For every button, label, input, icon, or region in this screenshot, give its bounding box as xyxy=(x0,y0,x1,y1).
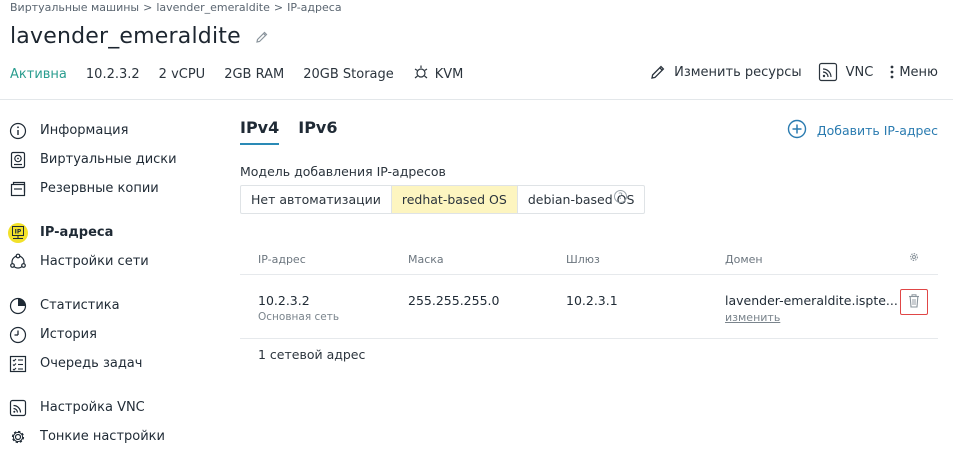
vm-storage: 20GB Storage xyxy=(303,66,394,82)
sidebar-item-label: Виртуальные диски xyxy=(40,152,177,167)
breadcrumb-separator: > xyxy=(273,1,284,14)
vnc-label: VNC xyxy=(845,64,874,80)
menu-label: Меню xyxy=(899,64,938,80)
vm-virtualization: KVM xyxy=(413,64,464,84)
sidebar-item-label: IP-адреса xyxy=(40,225,114,240)
active-indicator: IP xyxy=(8,222,28,243)
sidebar-item-label: Информация xyxy=(40,123,129,138)
ip-tabs: IPv4 IPv6 xyxy=(240,118,338,145)
page-title: lavender_emeraldite xyxy=(10,24,241,49)
ip-table: IP-адрес Маска Шлюз Домен 10.2.3.2 Основ… xyxy=(240,246,938,339)
column-header-gateway: Шлюз xyxy=(566,253,600,266)
sidebar-item-tasks[interactable]: Очередь задач xyxy=(8,349,208,378)
ip-icon: IP xyxy=(8,222,28,243)
ip-value: 10.2.3.2 xyxy=(258,293,310,308)
sidebar-item-label: Настройки сети xyxy=(40,254,149,269)
model-label: Модель добавления IP-адресов xyxy=(240,164,446,179)
sidebar-item-label: Резервные копии xyxy=(40,181,159,196)
breadcrumb-item-current: IP-адреса xyxy=(287,1,342,14)
sidebar-item-stats[interactable]: Статистика xyxy=(8,291,208,320)
segment-no-automation[interactable]: Нет автоматизации xyxy=(241,186,392,213)
kvm-icon xyxy=(413,64,429,84)
vm-ram: 2GB RAM xyxy=(224,66,285,82)
gear-icon xyxy=(8,427,28,447)
network-icon xyxy=(8,252,28,272)
edit-domain-link[interactable]: изменить xyxy=(725,311,898,324)
table-row[interactable]: 10.2.3.2 Основная сеть 255.255.255.0 10.… xyxy=(240,275,938,339)
edit-icon xyxy=(650,64,666,80)
domain-value: lavender-emeraldite.ispte... xyxy=(725,293,898,308)
plus-circle-icon xyxy=(787,119,807,142)
resize-label: Изменить ресурсы xyxy=(674,64,802,80)
status-badge: Активна xyxy=(10,66,67,82)
resize-button[interactable]: Изменить ресурсы xyxy=(650,64,802,80)
sidebar-item-label: Очередь задач xyxy=(40,356,143,371)
ip-network-label: Основная сеть xyxy=(258,311,340,323)
svg-text:IP: IP xyxy=(15,228,22,235)
vnc-icon xyxy=(818,62,838,82)
vm-info-row: Активна 10.2.3.2 2 vCPU 2GB RAM 20GB Sto… xyxy=(10,64,482,84)
add-ip-label: Добавить IP-адрес xyxy=(816,123,938,138)
vm-ip: 10.2.3.2 xyxy=(85,66,140,82)
breadcrumb-item-vm[interactable]: lavender_emeraldite xyxy=(156,1,270,14)
sidebar-item-vnc[interactable]: Настройка VNC xyxy=(8,393,208,422)
column-header-ip: IP-адрес xyxy=(258,253,306,266)
add-ip-button[interactable]: Добавить IP-адрес xyxy=(787,119,938,142)
sidebar-item-label: Тонкие настройки xyxy=(40,429,165,444)
column-header-mask: Маска xyxy=(408,253,444,266)
breadcrumb: Виртуальные машины > lavender_emeraldite… xyxy=(10,1,342,14)
breadcrumb-separator: > xyxy=(143,1,153,14)
sidebar-item-label: История xyxy=(40,327,97,342)
gear-icon[interactable] xyxy=(909,252,919,265)
tab-ipv4[interactable]: IPv4 xyxy=(240,118,280,145)
vm-cpu: 2 vCPU xyxy=(158,66,206,82)
help-icon[interactable]: ? xyxy=(614,190,627,203)
sidebar-item-advanced[interactable]: Тонкие настройки xyxy=(8,422,208,451)
address-count: 1 сетевой адрес xyxy=(258,347,366,362)
sidebar: Информация Виртуальные диски Резервные к… xyxy=(8,116,208,451)
segment-redhat[interactable]: redhat-based OS xyxy=(391,186,518,213)
model-segmented-control: Нет автоматизации redhat-based OS debian… xyxy=(240,185,646,214)
sidebar-item-label: Настройка VNC xyxy=(40,400,145,415)
stats-icon xyxy=(8,296,28,316)
delete-button[interactable] xyxy=(900,289,928,315)
breadcrumb-item-vms[interactable]: Виртуальные машины xyxy=(10,1,139,14)
sidebar-item-history[interactable]: История xyxy=(8,320,208,349)
cell-mask: 255.255.255.0 xyxy=(408,293,500,308)
vnc-icon xyxy=(8,398,28,418)
tasks-icon xyxy=(8,354,28,374)
vm-virt-label: KVM xyxy=(434,66,464,82)
tab-ipv6[interactable]: IPv6 xyxy=(298,118,337,145)
trash-icon xyxy=(908,293,920,311)
vnc-button[interactable]: VNC xyxy=(818,62,874,82)
sidebar-item-info[interactable]: Информация xyxy=(8,116,208,145)
menu-button[interactable]: Меню xyxy=(889,64,938,80)
sidebar-item-backups[interactable]: Резервные копии xyxy=(8,174,208,203)
disk-icon xyxy=(8,150,28,170)
cell-gateway: 10.2.3.1 xyxy=(566,293,618,308)
backup-icon xyxy=(8,179,28,199)
kebab-icon xyxy=(889,64,895,80)
cell-domain: lavender-emeraldite.ispte... изменить xyxy=(725,293,898,324)
sidebar-item-network[interactable]: Настройки сети xyxy=(8,247,208,276)
table-header: IP-адрес Маска Шлюз Домен xyxy=(240,246,938,275)
info-icon xyxy=(8,121,28,141)
sidebar-item-disks[interactable]: Виртуальные диски xyxy=(8,145,208,174)
sidebar-item-ip-addresses[interactable]: IP IP-адреса xyxy=(8,218,208,247)
cell-ip: 10.2.3.2 Основная сеть xyxy=(258,293,339,323)
column-header-domain: Домен xyxy=(725,253,763,266)
sidebar-item-label: Статистика xyxy=(40,298,120,313)
pencil-icon[interactable] xyxy=(255,30,269,44)
header-actions: Изменить ресурсы VNC Меню xyxy=(634,62,938,82)
history-icon xyxy=(8,325,28,345)
title-row: lavender_emeraldite xyxy=(10,24,269,49)
header-divider xyxy=(0,99,953,100)
